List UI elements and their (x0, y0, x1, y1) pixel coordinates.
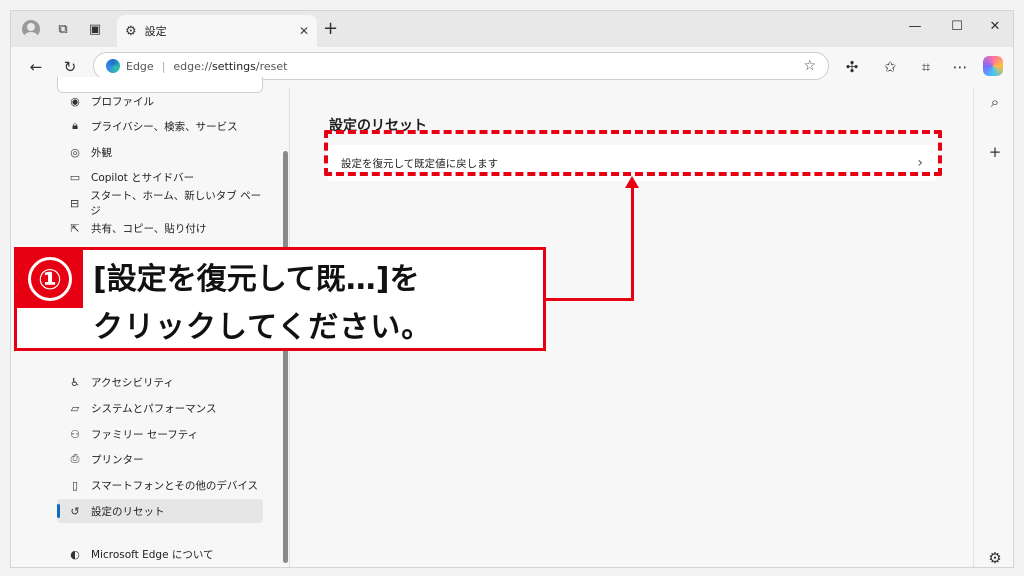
sidebar-item-label: プライバシー、検索、サービス (91, 120, 238, 133)
site-label: Edge (126, 59, 154, 73)
minimize-icon[interactable]: — (903, 19, 927, 34)
phone-icon: ▯ (71, 478, 79, 492)
back-icon[interactable]: ← (25, 56, 47, 78)
sidebar-item-appearance[interactable]: ◎ 外観 (57, 140, 263, 164)
step-number: ① (28, 257, 72, 301)
profile-avatar-icon[interactable] (21, 19, 41, 39)
highlight-box (324, 130, 942, 176)
sidebar-item-label: Copilot とサイドバー (91, 171, 195, 184)
sidebar-item-share[interactable]: ⇱ 共有、コピー、貼り付け (57, 216, 263, 240)
connector-line-horizontal (546, 298, 634, 301)
sidebar-item-accessibility[interactable]: ♿︎ アクセシビリティ (57, 370, 263, 394)
gear-icon[interactable]: ⚙ (985, 549, 1005, 567)
connector-line-vertical (631, 186, 634, 301)
instruction-callout: ① [設定を復元して既…]を クリックしてください。 (14, 247, 546, 351)
step-number-badge: ① (17, 250, 83, 308)
home-page-icon: ⊟ (70, 196, 80, 210)
add-icon[interactable]: + (985, 143, 1005, 161)
reset-icon: ↺ (70, 504, 80, 518)
tab-strip: ⧉ ▣ ⚙ 設定 ✕ + — ☐ ✕ (11, 11, 1013, 47)
right-sidebar: ⌕ + ⚙ (973, 87, 1013, 567)
family-icon: ⚇ (70, 427, 80, 441)
sidebar-item-printer[interactable]: ⎙ プリンター (57, 447, 263, 471)
edge-logo-icon: ◐ (70, 547, 80, 561)
url-bold: settings (212, 59, 256, 73)
sidebar-item-about[interactable]: ◐ Microsoft Edge について (57, 542, 263, 566)
callout-line-2: クリックしてください。 (93, 310, 433, 345)
palette-icon: ◎ (70, 145, 80, 159)
tab-settings[interactable]: ⚙ 設定 ✕ (117, 15, 317, 47)
printer-icon: ⎙ (70, 452, 80, 465)
sidebar-item-label: プロファイル (91, 95, 154, 108)
close-window-icon[interactable]: ✕ (983, 19, 1007, 34)
maximize-icon[interactable]: ☐ (945, 19, 969, 34)
address-bar[interactable]: Edge | edge://settings/reset ☆ (93, 52, 829, 80)
address-separator: | (161, 59, 166, 73)
workspaces-icon[interactable]: ⧉ (53, 19, 73, 39)
share-icon: ⇱ (70, 221, 80, 235)
sidebar-item-reset[interactable]: ↺ 設定のリセット (57, 499, 263, 523)
new-tab-icon[interactable]: + (323, 19, 338, 39)
screenshot-icon[interactable]: ⌗ (915, 56, 937, 78)
url-suffix: /reset (255, 59, 288, 73)
more-menu-icon[interactable]: ⋯ (949, 56, 971, 78)
sidebar-item-label: スマートフォンとその他のデバイス (91, 479, 259, 492)
favorites-icon[interactable]: ✩ (879, 56, 901, 78)
search-icon[interactable]: ⌕ (985, 93, 1005, 111)
tab-actions-icon[interactable]: ▣ (85, 19, 105, 39)
sidebar-item-label: Microsoft Edge について (91, 548, 214, 561)
sidebar-item-phone[interactable]: ▯ スマートフォンとその他のデバイス (57, 473, 263, 497)
close-tab-icon[interactable]: ✕ (299, 24, 309, 38)
sidebar-item-copilot[interactable]: ▭ Copilot とサイドバー (57, 165, 263, 189)
edge-logo-icon (106, 59, 120, 73)
sidebar-icon: ▭ (69, 170, 81, 184)
sidebar-item-label: 共有、コピー、貼り付け (91, 222, 207, 235)
url-prefix: edge:// (173, 59, 213, 73)
sidebar-item-label: 外観 (91, 146, 112, 159)
sidebar-item-label: 設定のリセット (91, 505, 165, 518)
accessibility-icon: ♿︎ (70, 375, 80, 389)
sidebar-item-label: アクセシビリティ (91, 376, 174, 389)
sidebar-item-family[interactable]: ⚇ ファミリー セーフティ (57, 422, 263, 446)
profile-icon: ◉ (70, 94, 80, 108)
sidebar-item-label: スタート、ホーム、新しいタブ ページ (90, 190, 262, 217)
gear-icon: ⚙ (125, 23, 137, 39)
lock-icon: 🔒︎ (72, 119, 78, 132)
tab-title: 設定 (144, 25, 167, 38)
copilot-icon[interactable] (983, 56, 1003, 76)
favorite-star-icon[interactable]: ☆ (803, 58, 816, 74)
laptop-icon: ▱ (70, 401, 80, 415)
extensions-icon[interactable]: ✣ (841, 56, 863, 78)
sidebar-item-label: プリンター (91, 453, 144, 466)
sidebar-item-start-home[interactable]: ⊟ スタート、ホーム、新しいタブ ページ (57, 190, 263, 217)
sidebar-item-label: システムとパフォーマンス (91, 402, 217, 415)
sidebar-item-privacy[interactable]: 🔒︎ プライバシー、検索、サービス (57, 114, 263, 138)
sidebar-item-profile[interactable]: ◉ プロファイル (57, 89, 263, 113)
sidebar-item-system[interactable]: ▱ システムとパフォーマンス (57, 396, 263, 420)
refresh-icon[interactable]: ↻ (59, 56, 81, 78)
callout-line-1: [設定を復元して既…]を (93, 262, 420, 297)
sidebar-item-label: ファミリー セーフティ (91, 428, 199, 441)
sidebar-scrollbar[interactable] (283, 151, 288, 563)
